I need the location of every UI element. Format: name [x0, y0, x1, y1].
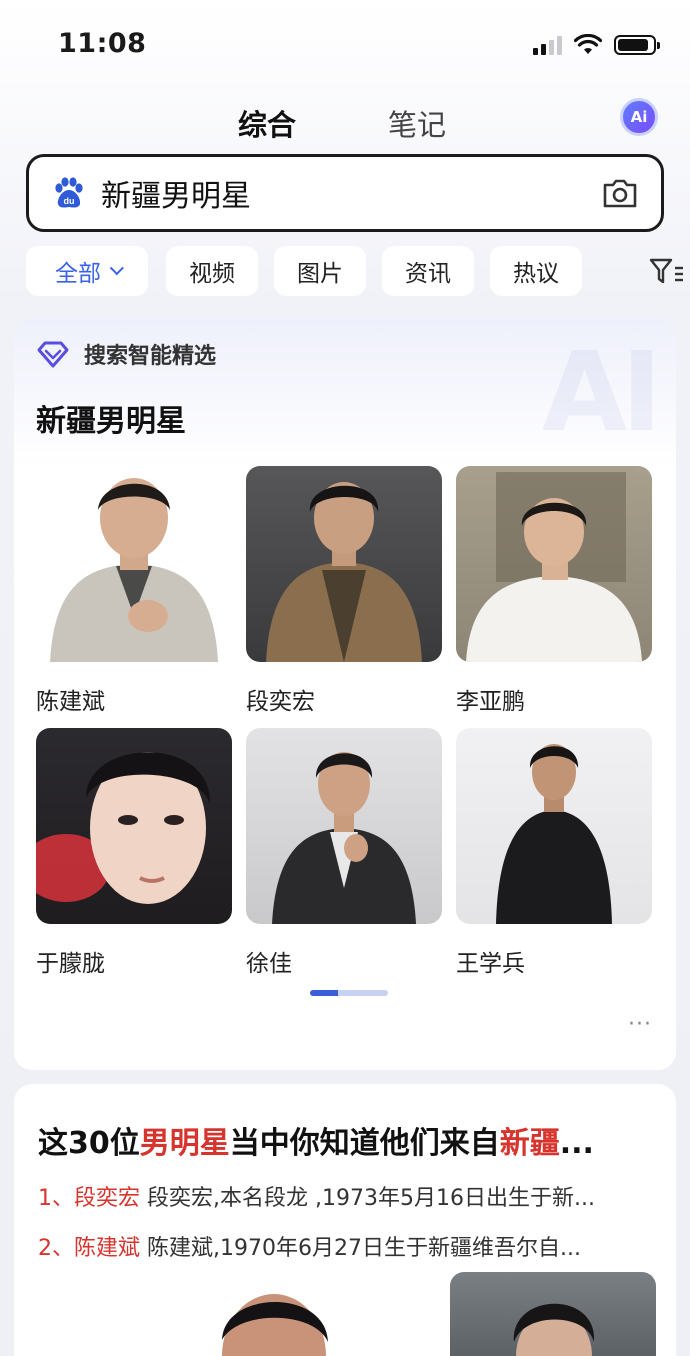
- smart-selection-card: AI 搜索智能精选 新疆男明星 陈建斌 段奕宏 李亚鹏 于朦胧 徐佳 王学兵 ·…: [14, 318, 676, 1070]
- person-photo: [36, 728, 232, 924]
- svg-text:du: du: [64, 196, 75, 206]
- person-photo: [456, 466, 652, 662]
- title-part: 这30位: [38, 1126, 140, 1161]
- person-photo: [36, 466, 232, 662]
- ai-watermark: AI: [541, 328, 662, 456]
- tab-notes[interactable]: 笔记: [388, 102, 446, 144]
- person-card[interactable]: 段奕宏: [246, 466, 442, 716]
- filter-all-chip[interactable]: 全部: [26, 246, 148, 296]
- search-input[interactable]: 新疆男明星: [101, 171, 601, 215]
- person-name: 陈建斌: [36, 689, 105, 715]
- smart-selection-title: 搜索智能精选: [84, 344, 217, 369]
- title-highlight: 男明星: [139, 1126, 230, 1161]
- snippet-lead: 2、陈建斌: [38, 1236, 140, 1261]
- person-card[interactable]: 王学兵: [456, 728, 652, 978]
- article-snippet-line: 2、陈建斌 陈建斌,1970年6月27日生于新疆维吾尔自...: [38, 1230, 581, 1262]
- more-options-icon[interactable]: ···: [628, 1012, 652, 1037]
- wifi-icon: [574, 34, 602, 54]
- person-photo: [246, 466, 442, 662]
- article-thumbnail: [194, 1280, 354, 1356]
- filter-video-chip[interactable]: 视频: [166, 246, 258, 296]
- ai-assistant-button[interactable]: Ai: [620, 98, 658, 136]
- diamond-icon: [37, 341, 69, 368]
- person-photo: [456, 728, 652, 924]
- filter-funnel-icon[interactable]: [648, 256, 686, 286]
- person-card[interactable]: 李亚鹏: [456, 466, 652, 716]
- title-highlight: 新疆: [499, 1126, 560, 1161]
- article-title[interactable]: 这30位男明星当中你知道他们来自新疆...: [38, 1118, 594, 1162]
- filter-news-chip[interactable]: 资讯: [382, 246, 474, 296]
- tab-comprehensive[interactable]: 综合: [238, 102, 296, 144]
- baidu-paw-icon: du: [55, 177, 83, 208]
- title-ellipsis: ...: [559, 1126, 594, 1161]
- person-photo: [246, 728, 442, 924]
- article-thumbnail: [450, 1272, 656, 1356]
- title-part: 当中你知道他们来自: [229, 1126, 500, 1161]
- card-heading: 新疆男明星: [36, 404, 186, 439]
- cellular-signal-icon: [533, 35, 562, 55]
- snippet-text: 陈建斌,1970年6月27日生于新疆维吾尔自...: [140, 1236, 581, 1261]
- article-result-card[interactable]: 这30位男明星当中你知道他们来自新疆... 1、段奕宏 段奕宏,本名段龙 ,19…: [14, 1084, 676, 1356]
- status-icons: [533, 34, 660, 56]
- search-box[interactable]: du 新疆男明星: [26, 154, 664, 232]
- top-tabs: 综合 笔记 Ai: [0, 98, 690, 144]
- battery-icon: [614, 35, 660, 55]
- snippet-text: 段奕宏,本名段龙 ,1973年5月16日出生于新...: [140, 1186, 595, 1211]
- chevron-down-icon: [109, 261, 124, 276]
- filter-discussion-chip[interactable]: 热议: [490, 246, 582, 296]
- person-card[interactable]: 徐佳: [246, 728, 442, 978]
- person-name: 段奕宏: [246, 689, 315, 715]
- filter-images-chip[interactable]: 图片: [274, 246, 366, 296]
- camera-icon[interactable]: [601, 176, 639, 210]
- filter-all-label: 全部: [55, 261, 101, 287]
- person-name: 徐佳: [246, 951, 292, 977]
- person-name: 李亚鹏: [456, 689, 525, 715]
- status-bar: 11:08: [0, 0, 690, 90]
- person-name: 于朦胧: [36, 951, 105, 977]
- carousel-pager: [310, 990, 388, 996]
- filter-bar: 全部 视频 图片 资讯 热议: [26, 246, 686, 298]
- person-name: 王学兵: [456, 951, 525, 977]
- snippet-lead: 1、段奕宏: [38, 1186, 140, 1211]
- article-snippet-line: 1、段奕宏 段奕宏,本名段龙 ,1973年5月16日出生于新...: [38, 1180, 595, 1212]
- smart-selection-badge: 搜索智能精选: [36, 338, 216, 370]
- person-card[interactable]: 于朦胧: [36, 728, 232, 978]
- person-card[interactable]: 陈建斌: [36, 466, 232, 716]
- status-time: 11:08: [58, 28, 147, 59]
